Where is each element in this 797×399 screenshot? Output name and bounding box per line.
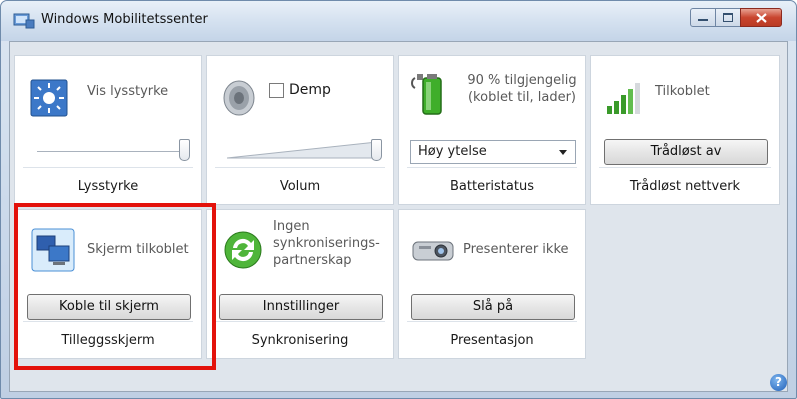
- tile-divider: [23, 167, 193, 168]
- wireless-label: Trådløst nettverk: [629, 179, 741, 194]
- battery-label: Batteristatus: [450, 179, 534, 194]
- projector-icon[interactable]: [411, 232, 455, 268]
- sync-status-line2: synkroniserings-: [273, 236, 380, 251]
- volume-label: Volum: [279, 179, 321, 194]
- mobility-center-app-icon: [13, 13, 35, 29]
- sync-status: Ingen synkroniserings- partnerskap: [273, 218, 380, 269]
- brightness-slider-track[interactable]: [37, 151, 185, 152]
- minimize-button[interactable]: [690, 8, 716, 27]
- tile-volume: Demp Volum: [206, 55, 394, 205]
- battery-icon[interactable]: [409, 72, 449, 118]
- volume-slider-thumb[interactable]: [371, 139, 382, 161]
- tile-brightness: Vis lysstyrke Lysstyrke: [14, 55, 202, 205]
- chevron-down-icon: [559, 150, 567, 155]
- tile-battery: 90 % tilgjengelig (koblet til, lader) Hø…: [398, 55, 586, 205]
- sync-icon[interactable]: [223, 230, 263, 270]
- maximize-icon: [723, 13, 733, 22]
- presentation-on-button[interactable]: Slå på: [411, 294, 575, 320]
- power-plan-value: Høy ytelse: [418, 144, 487, 159]
- caption-buttons: [690, 8, 782, 27]
- close-button[interactable]: [740, 8, 782, 27]
- brightness-label: Lysstyrke: [77, 179, 139, 194]
- battery-status: 90 % tilgjengelig (koblet til, lader): [461, 72, 583, 106]
- brightness-text: Vis lysstyrke: [87, 84, 169, 99]
- speaker-icon[interactable]: [221, 78, 261, 118]
- help-icon[interactable]: ?: [770, 374, 787, 391]
- sync-settings-button[interactable]: Innstillinger: [219, 294, 383, 320]
- tile-wireless: Tilkoblet Trådløst av Trådløst nettverk: [590, 55, 780, 205]
- sync-label: Synkronisering: [251, 333, 349, 348]
- brightness-slider-thumb[interactable]: [179, 139, 190, 161]
- presentation-label: Presentasjon: [450, 333, 534, 348]
- battery-status-line2: (koblet til, lader): [467, 90, 576, 105]
- sync-status-line3: partnerskap: [273, 253, 352, 268]
- power-plan-select[interactable]: Høy ytelse: [410, 140, 576, 164]
- close-icon: [755, 12, 767, 23]
- minimize-icon: [698, 18, 708, 21]
- brightness-icon[interactable]: [29, 78, 69, 118]
- mute-label: Demp: [289, 82, 331, 98]
- presentation-status: Presenterer ikke: [463, 242, 569, 257]
- tile-divider: [215, 167, 385, 168]
- maximize-button[interactable]: [715, 8, 741, 27]
- mute-checkbox[interactable]: [269, 83, 284, 98]
- title-bar[interactable]: Windows Mobilitetssenter: [1, 1, 796, 41]
- tile-sync: Ingen synkroniserings- partnerskap Innst…: [206, 209, 394, 359]
- tile-divider: [407, 321, 577, 322]
- signal-strength-icon[interactable]: [605, 80, 645, 120]
- battery-status-line1: 90 % tilgjengelig: [467, 73, 577, 88]
- tile-divider: [407, 167, 577, 168]
- tile-divider: [599, 167, 771, 168]
- tile-presentation: Presenterer ikke Slå på Presentasjon: [398, 209, 586, 359]
- wireless-off-button[interactable]: Trådløst av: [604, 139, 768, 165]
- sync-status-line1: Ingen: [273, 219, 310, 234]
- window-title: Windows Mobilitetssenter: [41, 12, 208, 27]
- wireless-status: Tilkoblet: [655, 84, 710, 99]
- volume-slider-track[interactable]: [227, 140, 377, 160]
- tile-divider: [215, 321, 385, 322]
- highlight-box: [14, 203, 216, 370]
